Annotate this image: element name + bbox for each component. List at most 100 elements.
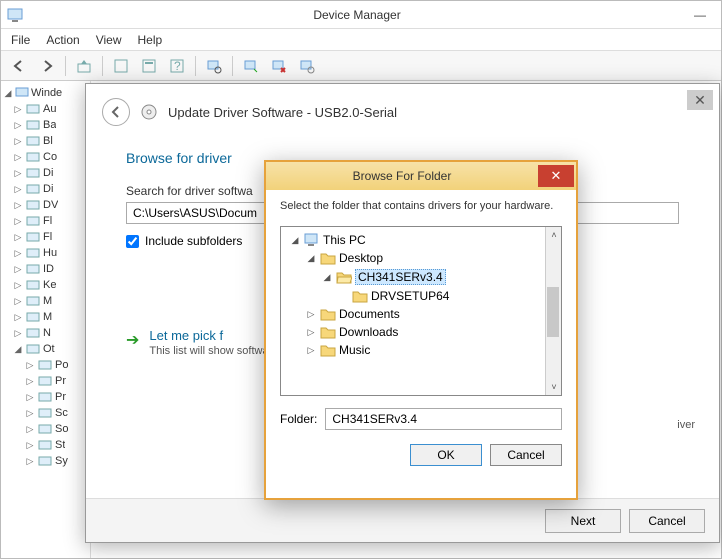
expand-icon[interactable]: ▷ xyxy=(13,120,23,130)
expand-icon[interactable]: ▷ xyxy=(13,136,23,146)
expand-icon[interactable]: ▷ xyxy=(13,296,23,306)
back-icon[interactable] xyxy=(7,54,31,78)
tree-category[interactable]: ▷Sc xyxy=(3,405,88,421)
tree-category[interactable]: ◢Ot xyxy=(3,341,88,357)
tree-category[interactable]: ▷N xyxy=(3,325,88,341)
bff-close-button[interactable]: ✕ xyxy=(538,165,574,187)
tree-root[interactable]: ◢ Winde xyxy=(3,85,88,101)
tree-category[interactable]: ▷DV xyxy=(3,197,88,213)
expand-icon[interactable]: ▷ xyxy=(13,264,23,274)
collapse-icon[interactable]: ◢ xyxy=(321,272,333,283)
scan-hardware-icon[interactable] xyxy=(202,54,226,78)
include-subfolders-checkbox[interactable] xyxy=(126,235,139,248)
tree-label: Di xyxy=(43,183,53,195)
bff-body: Select the folder that contains drivers … xyxy=(266,190,576,476)
tree-drvsetup[interactable]: DRVSETUP64 xyxy=(285,287,557,305)
tree-category[interactable]: ▷Pr xyxy=(3,389,88,405)
forward-icon[interactable] xyxy=(35,54,59,78)
wizard-back-button[interactable] xyxy=(102,98,130,126)
cancel-button[interactable]: Cancel xyxy=(629,509,705,533)
collapse-icon[interactable]: ◢ xyxy=(305,253,317,264)
tree-label: Documents xyxy=(339,307,400,321)
device-icon xyxy=(38,454,52,468)
tree-category[interactable]: ▷Fl xyxy=(3,213,88,229)
scroll-up-icon[interactable]: ˄ xyxy=(546,227,562,243)
tree-category[interactable]: ▷Di xyxy=(3,165,88,181)
tree-category[interactable]: ▷Ba xyxy=(3,117,88,133)
scroll-thumb[interactable] xyxy=(547,287,559,337)
expand-icon[interactable]: ▷ xyxy=(25,408,35,418)
expand-icon[interactable]: ▷ xyxy=(13,248,23,258)
device-icon xyxy=(38,422,52,436)
expand-icon[interactable]: ▷ xyxy=(305,345,317,356)
expand-icon[interactable]: ▷ xyxy=(25,424,35,434)
tree-music[interactable]: ▷ Music xyxy=(285,341,557,359)
expand-icon[interactable]: ▷ xyxy=(25,456,35,466)
expand-icon[interactable]: ▷ xyxy=(13,104,23,114)
disable-icon[interactable] xyxy=(295,54,319,78)
collapse-icon[interactable]: ◢ xyxy=(13,344,23,354)
expand-icon[interactable]: ▷ xyxy=(13,200,23,210)
tree-this-pc[interactable]: ◢ This PC xyxy=(285,231,557,249)
tree-category[interactable]: ▷M xyxy=(3,293,88,309)
expand-icon[interactable]: ▷ xyxy=(25,440,35,450)
help-icon[interactable]: ? xyxy=(165,54,189,78)
tree-category[interactable]: ▷Po xyxy=(3,357,88,373)
tree-category[interactable]: ▷St xyxy=(3,437,88,453)
tree-documents[interactable]: ▷ Documents xyxy=(285,305,557,323)
ok-button[interactable]: OK xyxy=(410,444,482,466)
expand-icon[interactable]: ▷ xyxy=(25,360,35,370)
expand-icon[interactable]: ▷ xyxy=(13,184,23,194)
show-hidden-icon[interactable] xyxy=(109,54,133,78)
expand-icon[interactable]: ▷ xyxy=(13,312,23,322)
expand-icon[interactable]: ▷ xyxy=(25,392,35,402)
menu-help[interactable]: Help xyxy=(138,33,163,47)
tree-label: This PC xyxy=(323,233,366,247)
tree-desktop[interactable]: ◢ Desktop xyxy=(285,249,557,267)
tree-selected-folder[interactable]: ◢ CH341SERv3.4 xyxy=(285,267,557,287)
collapse-icon[interactable]: ◢ xyxy=(289,235,301,246)
expand-icon[interactable]: ▷ xyxy=(13,168,23,178)
close-button[interactable]: ✕ xyxy=(687,90,713,110)
tree-category[interactable]: ▷So xyxy=(3,421,88,437)
tree-category[interactable]: ▷Co xyxy=(3,149,88,165)
properties-icon[interactable] xyxy=(137,54,161,78)
collapse-icon[interactable]: ◢ xyxy=(3,88,13,98)
expand-icon[interactable]: ▷ xyxy=(13,328,23,338)
uninstall-icon[interactable] xyxy=(267,54,291,78)
expand-icon[interactable]: ▷ xyxy=(13,232,23,242)
tree-category[interactable]: ▷Fl xyxy=(3,229,88,245)
bff-folder-tree[interactable]: ◢ This PC ◢ Desktop ◢ CH341SERv3.4 xyxy=(280,226,562,396)
tree-category[interactable]: ▷ID xyxy=(3,261,88,277)
bff-cancel-button[interactable]: Cancel xyxy=(490,444,562,466)
expand-icon[interactable]: ▷ xyxy=(13,280,23,290)
tree-category[interactable]: ▷M xyxy=(3,309,88,325)
expand-icon[interactable]: ▷ xyxy=(13,216,23,226)
update-driver-icon[interactable] xyxy=(239,54,263,78)
tree-category[interactable]: ▷Hu xyxy=(3,245,88,261)
tree-category[interactable]: ▷Sy xyxy=(3,453,88,469)
menu-file[interactable]: File xyxy=(11,33,30,47)
minimize-button[interactable]: — xyxy=(685,5,715,25)
expand-icon[interactable]: ▷ xyxy=(305,309,317,320)
expand-icon[interactable]: ▷ xyxy=(13,152,23,162)
menu-action[interactable]: Action xyxy=(46,33,79,47)
scrollbar[interactable]: ˄ ˅ xyxy=(545,227,561,395)
device-icon xyxy=(26,294,40,308)
folder-name-input[interactable] xyxy=(325,408,562,430)
device-icon xyxy=(26,310,40,324)
tree-category[interactable]: ▷Ke xyxy=(3,277,88,293)
next-button[interactable]: Next xyxy=(545,509,621,533)
menu-view[interactable]: View xyxy=(96,33,122,47)
tree-category[interactable]: ▷Bl xyxy=(3,133,88,149)
tree-category[interactable]: ▷Au xyxy=(3,101,88,117)
scroll-down-icon[interactable]: ˅ xyxy=(546,379,562,395)
expand-icon[interactable]: ▷ xyxy=(25,376,35,386)
tree-category[interactable]: ▷ Di xyxy=(3,181,88,197)
device-tree[interactable]: ◢ Winde ▷Au▷Ba▷Bl▷Co▷Di▷Di▷DV▷Fl▷Fl▷Hu▷I… xyxy=(1,81,91,558)
tree-downloads[interactable]: ▷ Downloads xyxy=(285,323,557,341)
up-icon[interactable] xyxy=(72,54,96,78)
tree-category[interactable]: ▷Pr xyxy=(3,373,88,389)
computer-icon xyxy=(304,233,320,247)
expand-icon[interactable]: ▷ xyxy=(305,327,317,338)
